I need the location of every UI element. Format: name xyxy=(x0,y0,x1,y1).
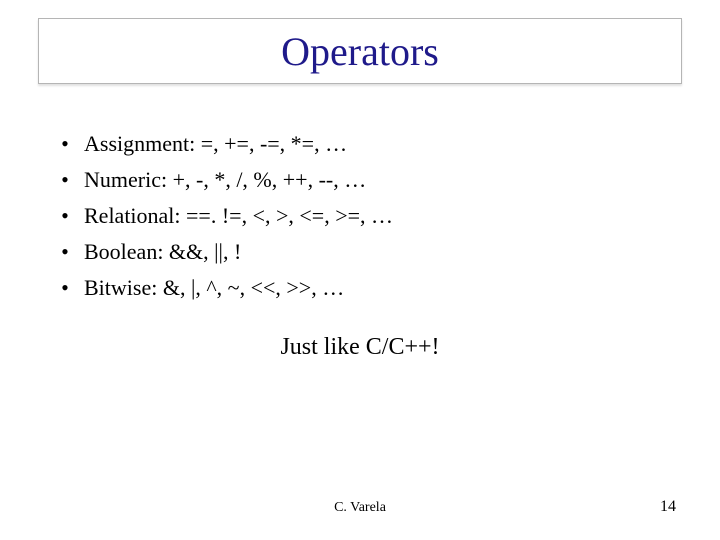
bullet-text: Assignment: =, +=, -=, *=, … xyxy=(84,128,347,160)
bullet-text: Boolean: &&, ||, ! xyxy=(84,236,241,268)
list-item: • Boolean: &&, ||, ! xyxy=(60,236,640,268)
title-container: Operators xyxy=(38,18,682,84)
slide: Operators • Assignment: =, +=, -=, *=, …… xyxy=(0,0,720,540)
list-item: • Bitwise: &, |, ^, ~, <<, >>, … xyxy=(60,272,640,304)
bullet-icon: • xyxy=(60,164,70,196)
bullet-icon: • xyxy=(60,236,70,268)
bullet-text: Numeric: +, -, *, /, %, ++, --, … xyxy=(84,164,366,196)
bullet-icon: • xyxy=(60,272,70,304)
footer-author: C. Varela xyxy=(0,500,720,516)
list-item: • Numeric: +, -, *, /, %, ++, --, … xyxy=(60,164,640,196)
bullet-text: Relational: ==. !=, <, >, <=, >=, … xyxy=(84,200,393,232)
bullet-text: Bitwise: &, |, ^, ~, <<, >>, … xyxy=(84,272,344,304)
list-item: • Assignment: =, +=, -=, *=, … xyxy=(60,128,640,160)
list-item: • Relational: ==. !=, <, >, <=, >=, … xyxy=(60,200,640,232)
footer-page-number: 14 xyxy=(660,498,676,516)
slide-title: Operators xyxy=(281,28,439,75)
bullet-list: • Assignment: =, +=, -=, *=, … • Numeric… xyxy=(60,128,640,307)
bullet-icon: • xyxy=(60,128,70,160)
callout-text: Just like C/C++! xyxy=(0,334,720,361)
bullet-icon: • xyxy=(60,200,70,232)
